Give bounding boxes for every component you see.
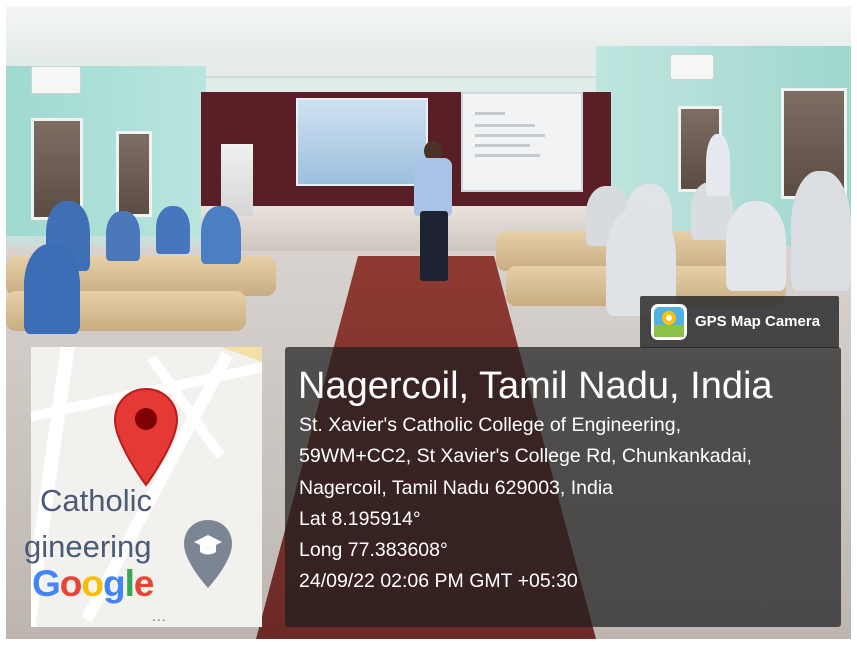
address-line-1: St. Xavier's Catholic College of Enginee… xyxy=(299,414,682,436)
air-conditioner xyxy=(31,66,81,94)
latitude-text: Lat 8.195914° xyxy=(299,508,421,530)
red-location-pin-icon xyxy=(113,387,179,492)
map-label-engineering: gineering xyxy=(24,529,152,564)
air-conditioner xyxy=(670,54,714,80)
podium xyxy=(221,144,253,216)
student xyxy=(791,171,851,291)
student xyxy=(706,134,730,196)
timestamp-text: 24/09/22 02:06 PM GMT +05:30 xyxy=(299,570,578,592)
projector-screen xyxy=(461,92,583,192)
student xyxy=(726,201,786,291)
stage-banner xyxy=(296,98,428,186)
address-line-3: Nagercoil, Tamil Nadu 629003, India xyxy=(299,477,613,499)
window xyxy=(116,131,152,217)
map-attribution-dots: ... xyxy=(152,608,167,624)
gps-map-camera-icon xyxy=(650,303,688,341)
gps-map-camera-label: GPS Map Camera xyxy=(695,313,821,330)
speaker-legs xyxy=(420,211,448,281)
location-title: Nagercoil, Tamil Nadu, India xyxy=(298,365,773,407)
address-line-2: 59WM+CC2, St Xavier's College Rd, Chunka… xyxy=(299,445,752,467)
student xyxy=(24,244,80,334)
longitude-text: Long 77.383608° xyxy=(299,539,448,561)
student xyxy=(106,211,140,261)
google-logo: Google xyxy=(32,563,154,604)
map-label-catholic: Catholic xyxy=(40,483,152,518)
student xyxy=(156,206,190,254)
student xyxy=(201,206,241,264)
speaker-shirt xyxy=(414,158,452,216)
screenshot-frame: Catholic gineering Google ... GPS Map Ca… xyxy=(0,0,857,645)
graduation-cap-pin-icon xyxy=(182,518,234,595)
